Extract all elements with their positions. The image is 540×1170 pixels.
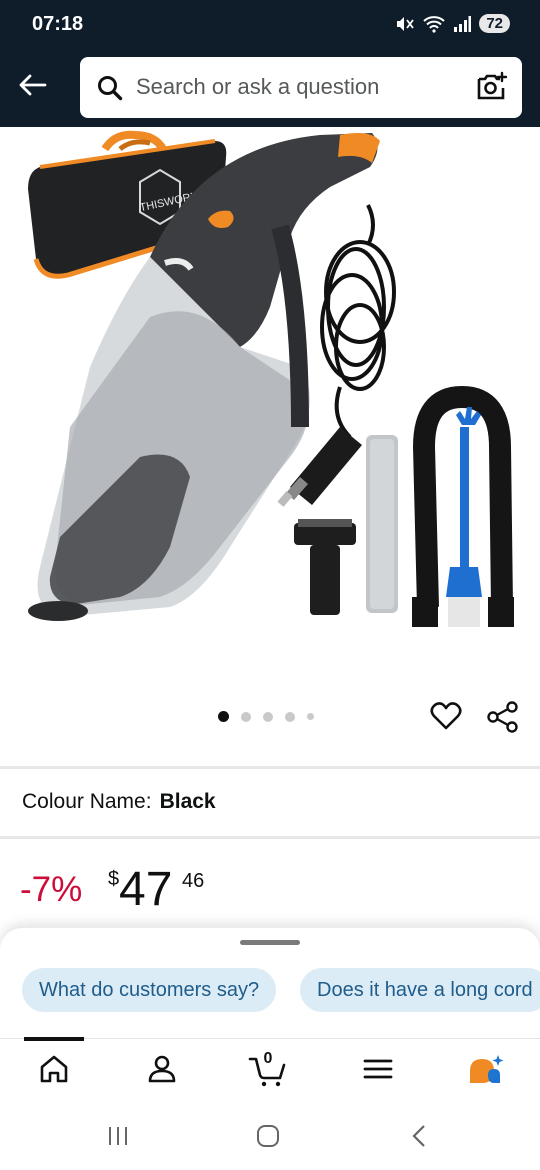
suggestions-sheet: What do customers say? Does it have a lo…	[0, 928, 540, 1038]
status-time: 07:18	[32, 13, 84, 35]
share-icon[interactable]	[486, 701, 520, 738]
system-nav-bar	[0, 1100, 540, 1170]
suggestion-chip[interactable]: Does it have a long cord	[300, 968, 540, 1012]
colour-selector[interactable]: Colour Name: Black	[22, 790, 216, 814]
discount-badge: -7%	[20, 870, 83, 909]
suggestion-chip[interactable]: What do customers say?	[22, 968, 277, 1012]
home-icon[interactable]	[38, 1053, 70, 1090]
search-icon	[96, 74, 124, 107]
carousel-dots	[218, 711, 314, 722]
active-tab-indicator	[24, 1037, 84, 1041]
divider	[0, 836, 540, 839]
back-button[interactable]	[14, 69, 50, 105]
account-icon[interactable]	[146, 1053, 178, 1090]
divider	[0, 766, 540, 769]
header	[0, 50, 540, 127]
camera-lens-icon[interactable]	[476, 71, 508, 108]
carousel-dot[interactable]	[263, 711, 273, 722]
price-currency: $	[108, 868, 120, 890]
cart-icon[interactable]: 0	[248, 1050, 288, 1092]
carousel-dot[interactable]	[307, 713, 314, 720]
rufus-icon[interactable]	[466, 1053, 506, 1092]
blue-brush-image	[446, 407, 482, 627]
sheet-drag-handle[interactable]	[240, 940, 300, 945]
carousel-dot[interactable]	[218, 711, 229, 722]
brush-attachment-image	[294, 519, 356, 615]
cart-count: 0	[263, 1050, 273, 1067]
product-image[interactable]: THISWORX	[0, 127, 540, 687]
heart-icon[interactable]	[430, 701, 462, 736]
wifi-icon	[423, 15, 445, 33]
back-nav-icon[interactable]	[408, 1124, 432, 1153]
carousel-row	[0, 695, 540, 739]
mute-icon	[395, 15, 415, 33]
price-fraction: 46	[182, 870, 205, 892]
home-button-icon[interactable]	[256, 1124, 280, 1153]
battery-indicator: 72	[479, 14, 510, 33]
status-bar: 07:18 72	[0, 0, 540, 50]
cord-image	[320, 204, 396, 439]
colour-value: Black	[159, 790, 216, 813]
search-input[interactable]	[136, 67, 456, 107]
recent-apps-icon[interactable]	[106, 1124, 130, 1153]
search-box[interactable]	[80, 57, 522, 118]
carousel-dot[interactable]	[285, 711, 295, 722]
arrow-left-icon	[17, 73, 47, 102]
crevice-tool-image	[366, 435, 398, 613]
colour-label: Colour Name:	[22, 790, 152, 813]
status-icons: 72	[395, 14, 510, 33]
menu-icon[interactable]	[362, 1053, 394, 1090]
carousel-dot[interactable]	[241, 711, 251, 722]
bottom-nav: 0	[0, 1037, 540, 1100]
price-whole: 47	[119, 863, 173, 916]
signal-icon	[453, 15, 472, 32]
